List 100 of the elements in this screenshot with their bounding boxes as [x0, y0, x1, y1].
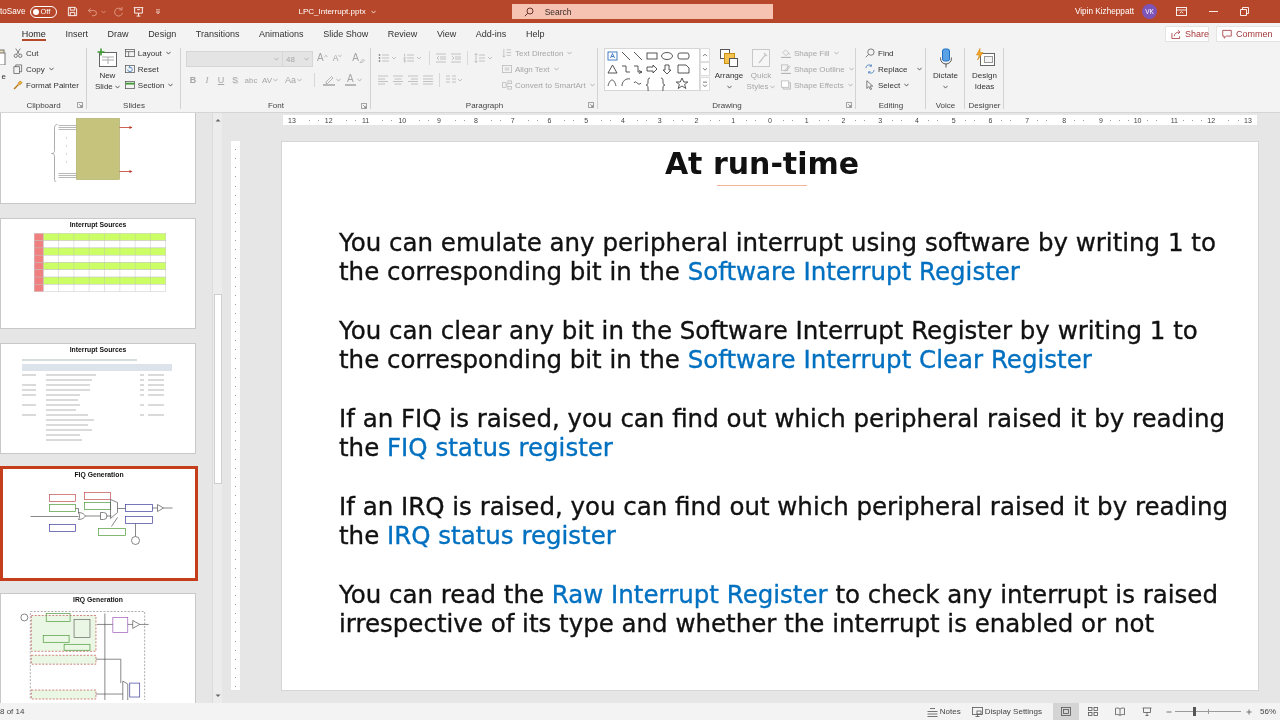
slide-paragraph: If an FIQ is raised, you can find out which peripheral raised it by reading the FIQ status register — [339, 404, 1227, 462]
caret-icon — [943, 84, 948, 89]
slide-paragraph: You can emulate any peripheral interrupt using software by writing 1 to the corresponding bit in the Software Interrupt Register — [339, 228, 1217, 286]
eraser-icon — [359, 58, 365, 63]
paint-bucket-icon — [781, 48, 791, 58]
caret-icon — [168, 83, 174, 87]
search-icon — [523, 6, 534, 17]
slide-title: At run-time — [663, 145, 861, 182]
caret-icon — [567, 51, 573, 55]
dialog-launcher-icon[interactable] — [77, 102, 83, 108]
projector-screen-icon[interactable] — [132, 6, 144, 17]
save-icon[interactable] — [66, 6, 78, 17]
slide-paragraph: You can read the Raw Interrupt Register to check any interrupt is raised irrespective of its type and whether the interrupt is enabled or not — [339, 580, 1219, 638]
copy-button[interactable]: Copy — [13, 61, 79, 77]
scrollbar[interactable] — [212, 113, 222, 703]
scroll-up-icon[interactable] — [700, 48, 710, 63]
shadowed-square-icon — [781, 80, 791, 90]
shapes-gallery[interactable] — [604, 48, 700, 91]
caret-icon — [848, 67, 854, 71]
arrange-button[interactable]: Arrange — [714, 45, 744, 92]
ribbon-tab[interactable]: Animations — [249, 23, 314, 45]
caret-icon — [370, 9, 376, 14]
copy-icon — [13, 64, 23, 74]
ribbon-tab[interactable]: Draw — [97, 23, 139, 45]
reset-button[interactable]: Reset — [124, 61, 174, 77]
ribbon-tab[interactable]: Transitions — [185, 23, 250, 45]
layout-button[interactable]: Layout — [124, 45, 174, 61]
projector-screen-icon — [1142, 707, 1152, 716]
user-name: Vipin Kizheppatt — [1074, 7, 1134, 16]
slide-paragraph: You can clear any bit in the Software Interrupt Register by writing 1 to the corresponding bit in the Software Interrupt Clear Register — [339, 316, 1199, 374]
slide-counter: 8 of 14 — [0, 707, 25, 716]
replace-icon — [865, 64, 875, 74]
caret-icon — [770, 84, 776, 89]
ribbon-tab[interactable]: View — [427, 23, 467, 45]
scissors-icon — [13, 48, 23, 58]
zoom-level[interactable]: 56% — [1260, 707, 1280, 716]
caret-icon — [273, 78, 279, 82]
caret-icon — [336, 78, 341, 82]
caret-icon — [726, 84, 732, 89]
group-label: Drawing — [712, 100, 742, 110]
cut-button[interactable]: Cut — [13, 45, 79, 61]
caret-icon — [904, 83, 910, 87]
paintbrush-icon — [13, 80, 23, 90]
ribbon-tab[interactable]: Review — [377, 23, 428, 45]
ribbon-tab[interactable]: Design — [138, 23, 186, 45]
scroll-down-icon[interactable] — [700, 62, 710, 77]
open-book-icon — [1115, 707, 1125, 716]
menu-caret-icon[interactable] — [153, 6, 162, 17]
grid-icon — [1088, 707, 1098, 716]
group-label: Clipboard — [26, 100, 61, 110]
design-ideas-button[interactable]: Design Ideas — [972, 45, 997, 92]
dictate-button[interactable]: Dictate — [933, 45, 958, 92]
section-button[interactable]: Section — [124, 77, 174, 93]
ribbon-tab[interactable]: Insert — [55, 23, 98, 45]
clipboard-icon — [0, 48, 6, 65]
zoom-out-icon[interactable] — [1166, 708, 1172, 715]
group-label: Editing — [878, 100, 904, 110]
new-slide-button[interactable]: New Slide — [95, 45, 120, 92]
share-button[interactable]: Share — [1165, 26, 1209, 42]
ribbon-display-options-icon[interactable] — [1176, 6, 1187, 17]
normal-view-button[interactable] — [1053, 703, 1079, 720]
zoom-in-icon[interactable] — [1246, 708, 1252, 715]
restore-icon[interactable] — [1240, 7, 1249, 16]
expand-icon[interactable] — [700, 76, 710, 91]
caret-icon — [833, 51, 839, 55]
search-field[interactable]: Search — [511, 4, 773, 19]
paste-button[interactable]: e — [0, 45, 6, 82]
dialog-launcher-icon[interactable] — [846, 102, 852, 108]
group-label: Paragraph — [465, 100, 504, 110]
caret-icon — [114, 84, 120, 89]
select-button[interactable]: Select — [865, 77, 923, 93]
reset-icon — [124, 64, 135, 74]
share-icon — [1171, 29, 1181, 39]
display-settings-button[interactable]: Display Settings — [971, 704, 1042, 719]
slide-paragraph: If an IRQ is raised, you can find out which peripheral raised it by reading the IRQ status register — [339, 492, 1229, 550]
group-label: Designer — [968, 100, 1001, 110]
find-button[interactable]: Find — [865, 45, 923, 61]
section-icon — [124, 80, 135, 90]
scroll-up-icon[interactable] — [213, 116, 222, 124]
align-text-icon — [502, 64, 512, 74]
document-title-button[interactable]: LPC_Interrupt.pptx — [298, 3, 376, 20]
ribbon-tab[interactable]: Add-ins — [466, 23, 517, 45]
comments-button[interactable]: Commen — [1216, 26, 1280, 42]
highlighter-icon — [323, 74, 335, 86]
notes-icon — [926, 706, 938, 717]
pencil-icon — [781, 64, 791, 74]
layout-icon — [124, 48, 135, 58]
connected-boxes-icon — [502, 80, 512, 90]
caret-icon — [165, 51, 171, 55]
slide-thumbnail[interactable] — [0, 113, 196, 204]
caret-icon — [589, 83, 595, 87]
ribbon-tab[interactable]: Slide Show — [313, 23, 378, 45]
replace-button[interactable]: Replace — [865, 61, 923, 77]
format-painter-button[interactable]: Format Painter — [13, 77, 79, 93]
notes-button[interactable]: Notes — [926, 704, 961, 719]
ribbon-tab[interactable]: Help — [516, 23, 555, 45]
text-direction-icon — [502, 48, 512, 58]
caret-icon — [356, 78, 362, 82]
group-label: Font — [268, 101, 284, 111]
caret-icon — [553, 67, 559, 71]
